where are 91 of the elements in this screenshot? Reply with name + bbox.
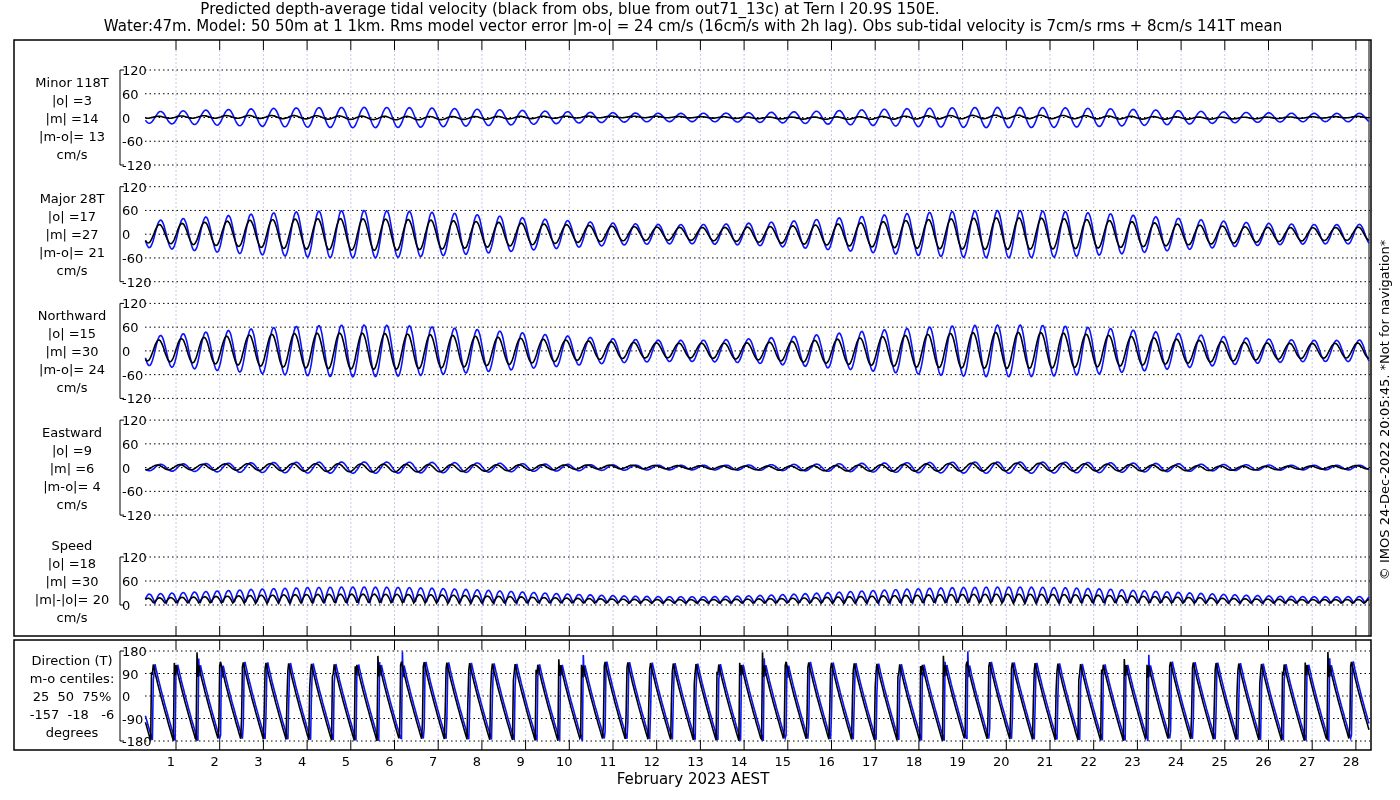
panel-label: Speed bbox=[51, 538, 93, 553]
panel-label: 25 50 75% bbox=[32, 689, 112, 704]
panel-label: |m| =14 bbox=[45, 110, 99, 126]
x-tick-label: 1 bbox=[166, 754, 176, 769]
x-tick-label: 17 bbox=[861, 754, 879, 769]
panel-label: cm/s bbox=[56, 496, 88, 512]
panel-label: cm/s bbox=[56, 610, 88, 625]
panel-label: |m-o|= 4 bbox=[43, 478, 101, 494]
y-tick-label: 0 bbox=[122, 343, 131, 359]
y-tick-label: -60 bbox=[122, 134, 144, 150]
x-tick-label: 23 bbox=[1124, 754, 1141, 769]
panel-label: |m| =6 bbox=[49, 460, 95, 476]
x-tick-label: 14 bbox=[730, 754, 748, 769]
x-tick-label: 10 bbox=[556, 754, 573, 769]
panel-label: |m-o|= 24 bbox=[39, 361, 105, 377]
y-tick-label: 60 bbox=[122, 320, 139, 336]
y-axis bbox=[119, 556, 125, 606]
panel-label: |m-o|= 21 bbox=[39, 245, 105, 261]
y-tick-label: 60 bbox=[122, 203, 139, 219]
x-tick-label: 20 bbox=[993, 754, 1010, 769]
panel-label: cm/s bbox=[56, 263, 88, 279]
x-tick-label: 3 bbox=[254, 754, 263, 769]
y-tick-label: -180 bbox=[122, 734, 152, 749]
panel-label: Eastward bbox=[42, 424, 102, 440]
panel-label: cm/s bbox=[56, 146, 88, 162]
x-tick-label: 16 bbox=[818, 754, 835, 769]
y-tick-label: 120 bbox=[122, 550, 147, 565]
x-tick-label: 8 bbox=[472, 754, 482, 769]
y-tick-label: 90 bbox=[122, 666, 139, 682]
y-tick-label: -90 bbox=[122, 711, 144, 727]
x-tick-label: 18 bbox=[905, 754, 923, 769]
y-tick-label: 120 bbox=[122, 63, 147, 78]
y-tick-label: 180 bbox=[122, 644, 147, 659]
chart-title: Predicted depth-average tidal velocity (black from obs, blue from out71_13c) at Tern I 20.9S 150E. bbox=[200, 0, 940, 18]
x-axis-label: February 2023 AEST bbox=[616, 770, 770, 788]
panel-label: Northward bbox=[37, 307, 107, 323]
x-tick-label: 13 bbox=[687, 754, 704, 769]
x-tick-label: 15 bbox=[774, 754, 792, 769]
x-tick-label: 2 bbox=[210, 754, 219, 769]
y-tick-label: 60 bbox=[122, 436, 139, 452]
x-tick-label: 7 bbox=[429, 754, 438, 769]
y-tick-label: 120 bbox=[122, 296, 147, 312]
y-tick-label: 60 bbox=[122, 574, 139, 589]
y-tick-label: 0 bbox=[122, 110, 131, 126]
y-tick-label: -60 bbox=[122, 367, 144, 383]
y-tick-label: -120 bbox=[122, 391, 152, 407]
panel-label: degrees bbox=[45, 725, 99, 740]
x-tick-label: 11 bbox=[599, 754, 617, 769]
panel-label: Direction (T) bbox=[31, 653, 113, 668]
panel-label: cm/s bbox=[56, 379, 88, 395]
panel-label: |o| =18 bbox=[47, 556, 97, 571]
y-tick-label: 0 bbox=[122, 689, 131, 704]
y-tick-label: 120 bbox=[122, 179, 147, 195]
panel-label: |o| =15 bbox=[47, 325, 97, 341]
panel-label: |m| =30 bbox=[45, 343, 99, 359]
y-tick-label: -60 bbox=[122, 250, 144, 266]
panel-label: |o| =9 bbox=[52, 442, 92, 458]
x-tick-label: 22 bbox=[1080, 754, 1097, 769]
x-tick-label: 9 bbox=[516, 754, 525, 769]
panel-label: Major 28T bbox=[39, 191, 105, 207]
x-tick-label: 25 bbox=[1211, 754, 1229, 769]
panel-label: Minor 118T bbox=[35, 74, 109, 90]
x-tick-label: 24 bbox=[1167, 754, 1185, 769]
y-tick-label: -120 bbox=[122, 274, 152, 290]
panel-label: |m| =27 bbox=[45, 227, 99, 243]
chart-subtitle: Water:47m. Model: 50 50m at 1 1km. Rms model vector error |m-o| = 24 cm/s (16cm/s with 2h lag). Obs sub-tidal velocity is 7cm/s rms + 8cm/s 141T mean bbox=[103, 17, 1283, 35]
panel-label: m-o centiles: bbox=[29, 671, 115, 686]
panel-label: -157 -18 -6 bbox=[29, 707, 115, 722]
panel-label: |m|-|o|= 20 bbox=[34, 592, 110, 607]
x-tick-label: 4 bbox=[297, 754, 307, 769]
x-tick-label: 6 bbox=[385, 754, 394, 769]
y-tick-label: 60 bbox=[122, 86, 139, 102]
x-tick-label: 28 bbox=[1342, 754, 1360, 769]
x-tick-label: 27 bbox=[1298, 754, 1316, 769]
x-tick-label: 19 bbox=[949, 754, 966, 769]
panel-label: |o| =17 bbox=[47, 209, 97, 225]
y-tick-label: 0 bbox=[122, 460, 131, 476]
panel-label: |m-o|= 13 bbox=[39, 128, 105, 144]
x-tick-label: 12 bbox=[643, 754, 660, 769]
x-tick-label: 5 bbox=[341, 754, 350, 769]
panel-label: |m| =30 bbox=[45, 574, 99, 589]
panel-label: |o| =3 bbox=[52, 92, 92, 108]
y-tick-label: -120 bbox=[122, 508, 152, 524]
y-tick-label: 0 bbox=[122, 227, 131, 243]
x-tick-label: 26 bbox=[1255, 754, 1272, 769]
x-tick-label: 21 bbox=[1036, 754, 1054, 769]
y-tick-label: 0 bbox=[122, 598, 131, 613]
copyright-note: © IMOS 24-Dec-2022 20:05:45. *Not for navigation* bbox=[1377, 239, 1392, 581]
y-tick-label: -120 bbox=[122, 158, 152, 173]
y-tick-label: -60 bbox=[122, 484, 144, 500]
y-tick-label: 120 bbox=[122, 413, 147, 429]
